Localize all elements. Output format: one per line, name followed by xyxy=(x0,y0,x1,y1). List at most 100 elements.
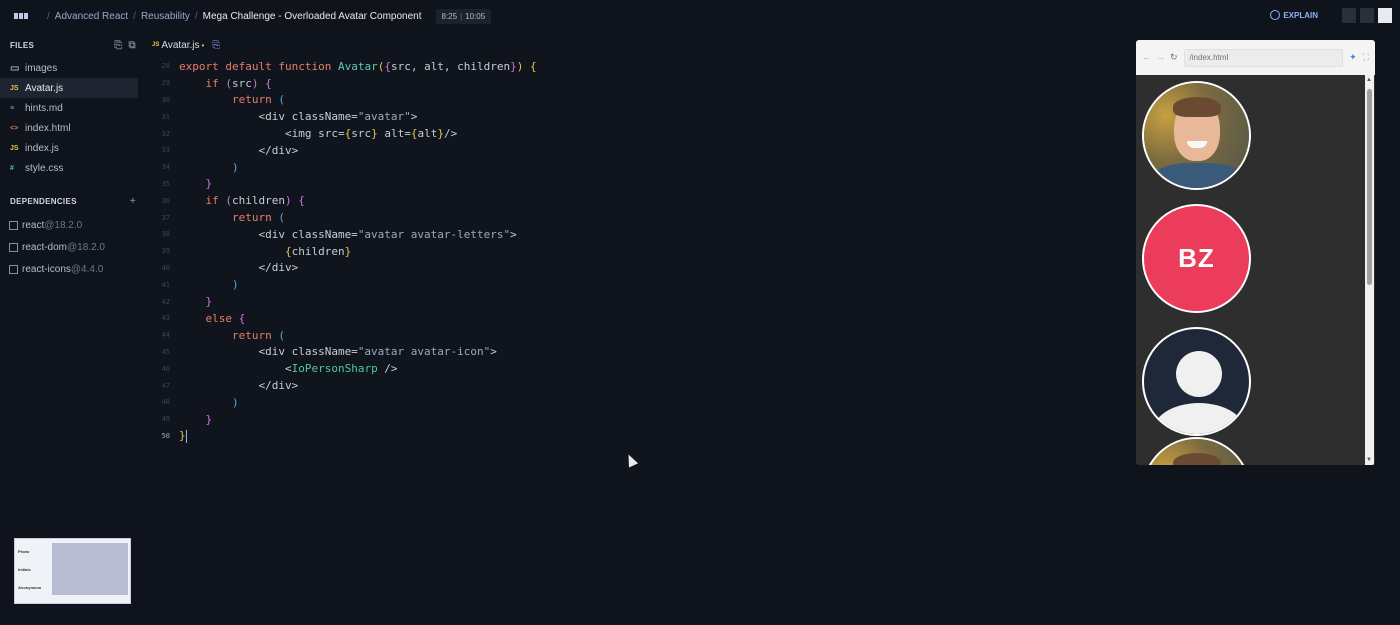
dependency-item[interactable]: react-icons @4.4.0 xyxy=(0,258,146,280)
layout-editor-toggle[interactable] xyxy=(1342,8,1356,23)
refresh-icon[interactable]: ↻ xyxy=(1170,52,1178,63)
code-text: export default function Avatar({src, alt… xyxy=(179,59,537,73)
code-text: </div> xyxy=(179,261,299,275)
explain-icon xyxy=(1270,10,1281,20)
pin-icon[interactable]: ✦ xyxy=(1349,52,1357,63)
avatar-photo xyxy=(1142,81,1251,190)
code-line: 49 } xyxy=(146,411,1136,428)
file-name: Avatar.js xyxy=(25,82,64,94)
dependency-version: @18.2.0 xyxy=(67,241,105,253)
file-item-images[interactable]: ▭ images xyxy=(0,58,138,78)
file-item-avatar-js[interactable]: JS Avatar.js xyxy=(0,78,138,98)
webcam-thumbnail[interactable]: Photo Initials Anonymous xyxy=(14,538,131,604)
scrollbar-thumb[interactable] xyxy=(1367,89,1372,285)
code-line: 30 return ( xyxy=(146,92,1136,109)
line-number: 37 xyxy=(161,213,170,222)
line-number: 45 xyxy=(161,347,170,356)
code-editor[interactable]: 28 export default function Avatar({src, a… xyxy=(146,58,1136,625)
code-line: 37 return ( xyxy=(146,209,1136,226)
dependency-name: react xyxy=(22,219,45,231)
forward-icon[interactable]: → xyxy=(1156,52,1165,63)
code-line: 31 <div className="avatar"> xyxy=(146,108,1136,125)
layout-toggles xyxy=(1342,8,1392,23)
new-folder-icon[interactable]: ⧉ xyxy=(129,40,136,51)
code-text: {children} xyxy=(284,244,352,258)
preview-url-input[interactable]: /index.html xyxy=(1183,48,1344,67)
code-line: 29 if (src) { xyxy=(146,75,1136,92)
code-line: 33 </div> xyxy=(146,142,1136,159)
scroll-down-icon[interactable]: ▼ xyxy=(1366,457,1372,463)
code-text: ) xyxy=(231,160,239,174)
layout-preview-toggle[interactable] xyxy=(1378,8,1392,23)
code-line: 47 </div> xyxy=(146,377,1136,394)
line-number: 40 xyxy=(161,263,170,272)
files-heading: FILES xyxy=(10,40,35,50)
code-line: 35 } xyxy=(146,176,1136,193)
thumbnail-panel xyxy=(52,543,128,595)
file-item-index-html[interactable]: <> index.html xyxy=(0,118,138,138)
plus-icon[interactable]: + xyxy=(130,196,136,207)
top-bar: / Advanced React / Reusability / Mega Ch… xyxy=(0,0,1400,32)
code-line: 34 ) xyxy=(146,159,1136,176)
line-number: 38 xyxy=(161,230,170,239)
html-file-icon: <> xyxy=(10,124,19,132)
new-file-icon[interactable]: ⎘ xyxy=(212,40,220,51)
dependency-version: @4.4.0 xyxy=(70,263,104,275)
scroll-up-icon[interactable]: ▲ xyxy=(1366,77,1372,83)
dependency-item[interactable]: react @18.2.0 xyxy=(0,214,146,236)
breadcrumb-course[interactable]: Advanced React xyxy=(55,11,128,22)
tab-avatar-js[interactable]: JS Avatar.js • xyxy=(146,40,204,51)
avatar-photo xyxy=(1142,437,1251,465)
file-item-style-css[interactable]: # style.css xyxy=(0,158,138,178)
code-text: } xyxy=(205,412,213,426)
line-number: 42 xyxy=(161,297,170,306)
line-number: 43 xyxy=(161,314,170,323)
line-number: 47 xyxy=(161,381,170,390)
code-line: 28 export default function Avatar({src, a… xyxy=(146,58,1136,75)
dependency-name: react-dom xyxy=(22,241,68,253)
layout-split-toggle[interactable] xyxy=(1360,8,1374,23)
file-item-index-js[interactable]: JS index.js xyxy=(0,138,138,158)
thumbnail-label: Photo xyxy=(18,549,30,554)
line-number: 29 xyxy=(161,79,170,88)
code-line: 38 <div className="avatar avatar-letters… xyxy=(146,226,1136,243)
package-icon xyxy=(9,220,18,230)
dependency-version: @18.2.0 xyxy=(44,219,83,231)
thumbnail-label: Anonymous xyxy=(18,585,42,590)
sidebar: FILES ⎘ ⧉ ▭ images JS Avatar.js ≡ hints.md … xyxy=(0,32,146,625)
line-number: 35 xyxy=(161,179,170,188)
code-text: ) xyxy=(231,395,239,409)
code-line: 44 return ( xyxy=(146,327,1136,344)
line-number: 28 xyxy=(161,62,170,71)
line-number: 41 xyxy=(161,280,170,289)
dependencies-heading: DEPENDENCIES xyxy=(10,196,77,206)
code-text: <div className="avatar"> xyxy=(179,110,418,124)
scrimba-logo[interactable] xyxy=(6,0,36,32)
js-file-icon: JS xyxy=(10,144,19,152)
dependency-item[interactable]: react-dom @18.2.0 xyxy=(0,236,146,258)
preview-content: BZ xyxy=(1136,75,1375,465)
code-text: else { xyxy=(205,311,246,325)
preview-window: ← → ↻ /index.html ✦ ⛶ BZ ▲ ▼ xyxy=(1136,40,1375,465)
line-number: 31 xyxy=(161,112,170,121)
files-section-header: FILES ⎘ ⧉ xyxy=(0,32,146,58)
code-text: return ( xyxy=(231,211,285,225)
dependencies-section-header: DEPENDENCIES + xyxy=(0,188,146,214)
code-line: 43 else { xyxy=(146,310,1136,327)
code-text: } xyxy=(205,295,213,309)
css-file-icon: # xyxy=(10,164,14,172)
code-text: if (src) { xyxy=(205,76,272,90)
back-icon[interactable]: ← xyxy=(1142,52,1151,63)
new-file-icon[interactable]: ⎘ xyxy=(114,40,122,51)
line-number: 33 xyxy=(161,146,170,155)
text-caret xyxy=(185,429,187,443)
line-number: 48 xyxy=(161,398,170,407)
code-line: 36 if (children) { xyxy=(146,192,1136,209)
file-item-hints-md[interactable]: ≡ hints.md xyxy=(0,98,138,118)
preview-scrollbar[interactable]: ▲ ▼ xyxy=(1365,75,1374,465)
code-text: <div className="avatar avatar-icon"> xyxy=(179,345,497,359)
timer-total: 10:05 xyxy=(465,11,486,21)
fullscreen-icon[interactable]: ⛶ xyxy=(1363,52,1369,63)
explain-button[interactable]: EXPLAIN xyxy=(1270,10,1318,20)
breadcrumb-module[interactable]: Reusability xyxy=(141,11,190,22)
